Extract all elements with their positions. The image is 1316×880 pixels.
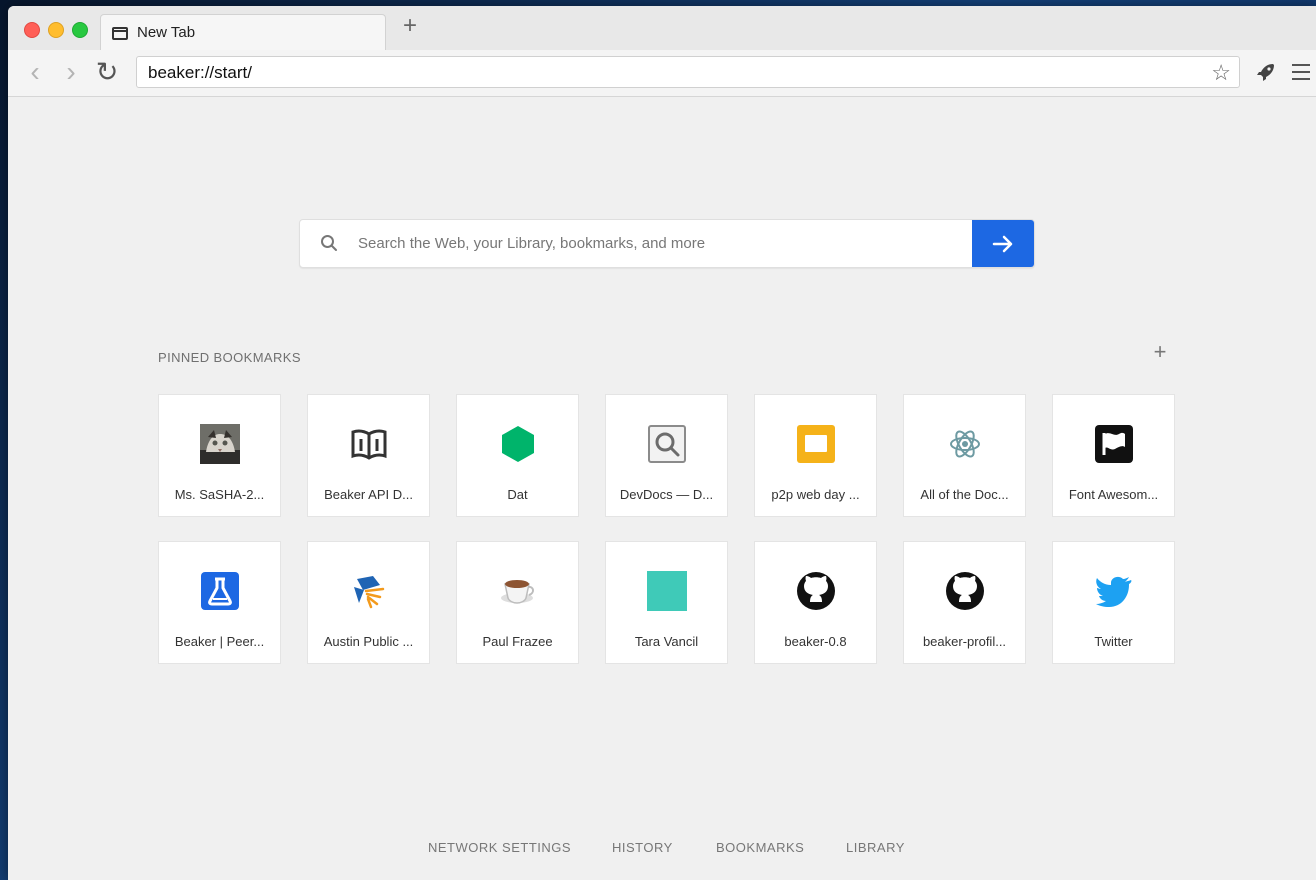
menu-icon[interactable] [1292, 64, 1310, 80]
bookmark-label: Beaker | Peer... [174, 634, 265, 649]
atom-icon [950, 430, 980, 458]
bookmark-card[interactable]: Austin Public ... [307, 541, 430, 664]
twitter-bird-icon [1096, 576, 1132, 607]
green-hexagon-icon [502, 426, 534, 462]
pinned-bookmarks-heading: PINNED BOOKMARKS [158, 350, 301, 365]
bookmark-card[interactable]: Tara Vancil [605, 541, 728, 664]
bookmark-label: p2p web day ... [771, 487, 860, 502]
bookmark-label: Twitter [1094, 634, 1133, 649]
search-placeholder: Search the Web, your Library, bookmarks,… [358, 235, 706, 252]
search-submit-button[interactable] [972, 220, 1034, 267]
footer-links: NETWORK SETTINGS HISTORY BOOKMARKS LIBRA… [428, 840, 904, 860]
bookmark-card[interactable]: All of the Doc... [903, 394, 1026, 517]
bookmark-label: Tara Vancil [634, 634, 699, 649]
new-tab-icon[interactable]: + [400, 14, 420, 38]
cat-avatar-icon [200, 424, 240, 464]
bookmark-card[interactable]: p2p web day ... [754, 394, 877, 517]
bookmark-card[interactable]: Beaker | Peer... [158, 541, 281, 664]
bookmark-label: beaker-0.8 [784, 634, 847, 649]
address-bar[interactable]: beaker://start/ ☆ [136, 56, 1240, 88]
footer-history-link[interactable]: HISTORY [612, 840, 673, 855]
footer-network-settings-link[interactable]: NETWORK SETTINGS [428, 840, 571, 855]
bookmark-label: Beaker API D... [324, 487, 413, 502]
active-tab[interactable]: New Tab [100, 14, 386, 50]
bookmark-label: Austin Public ... [323, 634, 414, 649]
bookmark-card[interactable]: Font Awesom... [1052, 394, 1175, 517]
address-text: beaker://start/ [148, 63, 252, 82]
footer-bookmarks-link[interactable]: BOOKMARKS [716, 840, 804, 855]
bookmark-label: Paul Frazee [482, 634, 553, 649]
start-page-content: Search the Web, your Library, bookmarks,… [8, 97, 1316, 880]
bookmark-label: All of the Doc... [920, 487, 1009, 502]
forward-icon[interactable]: › [58, 58, 84, 86]
tab-title: New Tab [137, 24, 196, 41]
book-icon [351, 429, 387, 460]
bookmark-label: Ms. SaSHA-2... [174, 487, 265, 502]
document-search-icon [648, 425, 686, 463]
bookmark-card[interactable]: DevDocs — D... [605, 394, 728, 517]
search-icon [321, 235, 337, 251]
bookmark-card[interactable]: Paul Frazee [456, 541, 579, 664]
bookmark-card[interactable]: Ms. SaSHA-2... [158, 394, 281, 517]
flag-icon [1095, 425, 1133, 463]
title-bar: New Tab + [8, 6, 1316, 51]
plus-icon[interactable]: + [1152, 341, 1168, 363]
maximize-window-button[interactable] [72, 22, 88, 38]
github-icon [946, 572, 984, 610]
coffee-cup-icon [501, 580, 534, 604]
bookmark-label: beaker-profil... [922, 634, 1007, 649]
star-icon[interactable]: ☆ [1211, 60, 1231, 86]
browser-window: New Tab + ‹ › ↻ beaker://start/ ☆ Search… [8, 6, 1316, 880]
minimize-window-button[interactable] [48, 22, 64, 38]
bookmark-label: Font Awesom... [1068, 487, 1159, 502]
footer-library-link[interactable]: LIBRARY [846, 840, 905, 855]
library-icon [354, 576, 385, 609]
teal-square-icon [647, 571, 687, 611]
bookmark-card[interactable]: Twitter [1052, 541, 1175, 664]
rocket-icon[interactable] [1256, 62, 1276, 82]
bookmark-card[interactable]: beaker-0.8 [754, 541, 877, 664]
bookmark-label: DevDocs — D... [619, 487, 714, 502]
back-icon[interactable]: ‹ [22, 58, 48, 86]
browser-toolbar: ‹ › ↻ beaker://start/ ☆ [8, 50, 1316, 97]
github-icon [797, 572, 835, 610]
bookmark-card[interactable]: beaker-profil... [903, 541, 1026, 664]
bookmark-card[interactable]: Beaker API D... [307, 394, 430, 517]
tab-window-icon [112, 27, 128, 40]
slides-icon [797, 425, 835, 463]
reload-icon[interactable]: ↻ [94, 59, 120, 86]
arrow-right-icon [992, 235, 1013, 253]
flask-icon [201, 572, 239, 610]
pinned-bookmarks-grid: Ms. SaSHA-2... Beaker API D... Dat DevDo… [158, 394, 1175, 664]
bookmark-card[interactable]: Dat [456, 394, 579, 517]
close-window-button[interactable] [24, 22, 40, 38]
bookmark-label: Dat [507, 487, 528, 502]
search-bar[interactable]: Search the Web, your Library, bookmarks,… [299, 219, 1035, 268]
